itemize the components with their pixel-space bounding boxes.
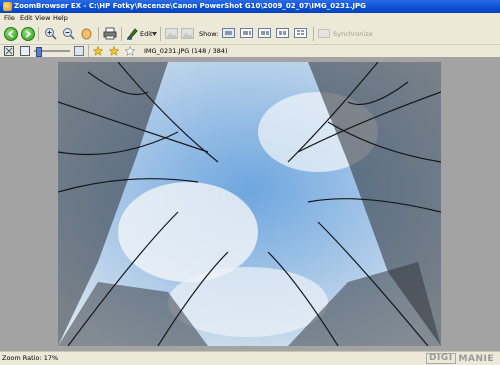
fit-to-window-button[interactable]	[4, 46, 14, 56]
rotate-button[interactable]	[181, 28, 194, 39]
star-button-1[interactable]	[93, 46, 103, 56]
photo	[58, 62, 441, 346]
fit-window-icon	[4, 46, 14, 56]
separator	[313, 27, 314, 41]
app-icon	[3, 2, 12, 11]
pencil-icon	[127, 28, 138, 40]
view-grid-button[interactable]	[294, 28, 307, 38]
photo-trees-sky	[58, 62, 441, 346]
actual-size-button[interactable]	[20, 46, 30, 56]
print-button[interactable]	[103, 27, 117, 40]
image-settings-button[interactable]	[74, 46, 84, 56]
zoom-in-button[interactable]	[44, 27, 57, 40]
compare-button[interactable]	[165, 28, 178, 39]
separator	[88, 45, 89, 57]
zoom-slider[interactable]	[34, 47, 70, 57]
arrow-left-icon	[7, 30, 14, 38]
watermark-logo: DIGI MANIE	[425, 352, 494, 365]
image-icon	[165, 28, 178, 39]
zoom-out-button[interactable]	[62, 27, 75, 40]
star-button-2[interactable]	[109, 46, 119, 56]
actual-size-icon	[20, 46, 30, 56]
star-icon	[109, 46, 119, 56]
zoom-out-icon	[63, 28, 75, 40]
menu-view[interactable]: View	[35, 14, 50, 22]
window-title: ZoomBrowser EX - C:\HP Fotky\Recenze\Can…	[14, 2, 366, 10]
separator	[38, 27, 39, 41]
edit-icon-button[interactable]	[126, 27, 138, 40]
sync-icon	[318, 29, 330, 38]
chevron-down-icon[interactable]	[152, 32, 157, 36]
show-label: Show:	[199, 30, 219, 38]
title-bar: ZoomBrowser EX - C:\HP Fotky\Recenze\Can…	[0, 0, 500, 13]
slider-thumb[interactable]	[36, 47, 42, 57]
separator	[121, 27, 122, 41]
zoom-in-icon	[45, 28, 57, 40]
printer-icon	[103, 27, 117, 40]
arrow-right-icon	[25, 30, 32, 38]
menu-edit[interactable]: Edit	[20, 14, 33, 22]
file-info: IMG_0231.JPG (148 / 384)	[144, 47, 228, 55]
forward-button[interactable]	[21, 27, 35, 41]
view-info-button[interactable]	[240, 28, 253, 38]
star-button-3[interactable]	[125, 46, 135, 56]
image-icon	[181, 28, 194, 39]
separator	[98, 27, 99, 41]
secondary-toolbar: IMG_0231.JPG (148 / 384)	[0, 45, 500, 57]
view-two-button[interactable]	[276, 28, 289, 38]
star-icon	[93, 46, 103, 56]
star-outline-icon	[125, 46, 135, 56]
back-button[interactable]	[4, 27, 18, 41]
synchronize-icon-button[interactable]	[318, 28, 330, 39]
hand-tool-button[interactable]	[80, 27, 93, 40]
separator	[160, 27, 161, 41]
synchronize-button[interactable]: Synchronize	[333, 30, 373, 38]
status-bar: Zoom Ratio: 17% DIGI MANIE	[0, 351, 500, 365]
edit-button[interactable]: Edit	[140, 30, 153, 38]
menu-file[interactable]: File	[4, 14, 15, 22]
view-detail-button[interactable]	[258, 28, 271, 38]
main-toolbar: Edit Show: Synchronize	[0, 24, 500, 45]
image-icon	[74, 46, 84, 56]
zoom-ratio: Zoom Ratio: 17%	[2, 354, 59, 362]
view-single-button[interactable]	[222, 28, 235, 38]
image-viewer[interactable]	[0, 57, 500, 351]
menu-help[interactable]: Help	[53, 14, 68, 22]
hand-icon	[81, 28, 92, 40]
